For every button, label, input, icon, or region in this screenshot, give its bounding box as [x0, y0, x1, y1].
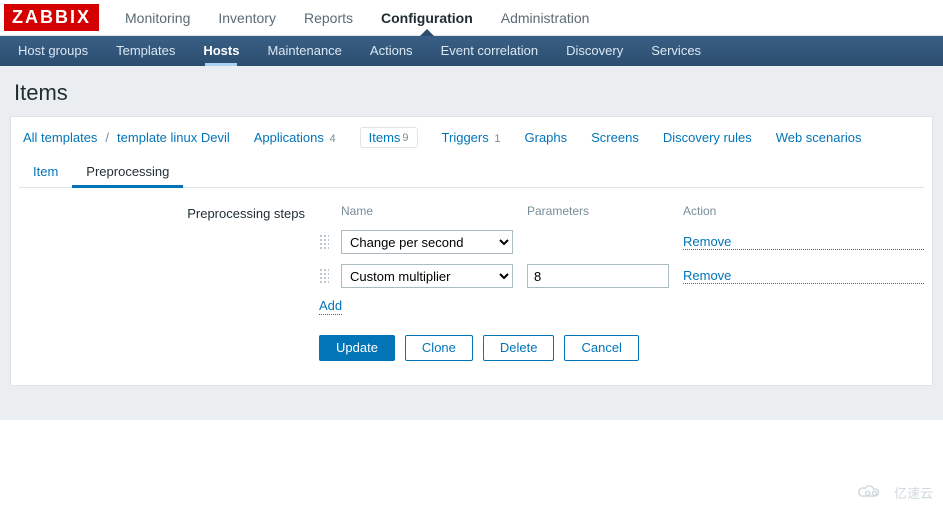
watermark-text: 亿速云 — [894, 483, 933, 502]
crumb-items-label[interactable]: Items — [369, 130, 401, 145]
breadcrumb: All templates / template linux Devil App… — [19, 125, 924, 158]
brand-logo: ZABBIX — [4, 4, 99, 31]
steps-body: Name Parameters Action Change per second… — [319, 204, 924, 361]
page: Items All templates / template linux Dev… — [0, 66, 943, 420]
form-row-steps: Preprocessing steps Name Parameters Acti… — [19, 204, 924, 361]
crumb-discovery-rules[interactable]: Discovery rules — [663, 130, 752, 145]
crumb-applications-count: 4 — [330, 133, 336, 145]
update-button[interactable]: Update — [319, 335, 395, 361]
delete-button[interactable]: Delete — [483, 335, 555, 361]
nav-administration[interactable]: Administration — [487, 0, 604, 35]
col-head-params: Parameters — [527, 204, 677, 220]
subnav-discovery[interactable]: Discovery — [552, 36, 637, 66]
crumb-all-templates[interactable]: All templates — [23, 130, 97, 145]
crumb-template-name[interactable]: template linux Devil — [117, 130, 230, 145]
crumb-graphs[interactable]: Graphs — [525, 130, 568, 145]
step-type-select[interactable]: Change per second — [341, 230, 513, 254]
crumb-web-scenarios[interactable]: Web scenarios — [776, 130, 862, 145]
subnav-maintenance[interactable]: Maintenance — [253, 36, 355, 66]
crumb-items-pill[interactable]: Items 9 — [360, 127, 418, 148]
main-nav: Monitoring Inventory Reports Configurati… — [111, 0, 603, 35]
watermark: 亿速云 — [854, 482, 933, 502]
col-head-name: Name — [341, 204, 521, 220]
crumb-triggers[interactable]: Triggers 1 — [442, 130, 501, 145]
tab-item[interactable]: Item — [19, 158, 72, 187]
nav-reports[interactable]: Reports — [290, 0, 367, 35]
subnav-hosts[interactable]: Hosts — [189, 36, 253, 66]
crumb-triggers-label[interactable]: Triggers — [442, 130, 489, 145]
subnav-event-correlation[interactable]: Event correlation — [427, 36, 553, 66]
crumb-applications-label[interactable]: Applications — [254, 130, 324, 145]
topbar: ZABBIX Monitoring Inventory Reports Conf… — [0, 0, 943, 36]
drag-handle-icon[interactable] — [319, 234, 329, 250]
nav-inventory[interactable]: Inventory — [204, 0, 290, 35]
page-title: Items — [10, 76, 933, 116]
crumb-triggers-count: 1 — [494, 133, 500, 145]
cloud-icon — [854, 482, 888, 502]
drag-handle-icon[interactable] — [319, 268, 329, 284]
cancel-button[interactable]: Cancel — [564, 335, 638, 361]
crumb-sep: / — [105, 130, 109, 145]
col-head-action: Action — [683, 204, 924, 220]
step-param-input[interactable] — [527, 264, 669, 288]
crumb-items-count: 9 — [402, 132, 408, 144]
sub-nav: Host groups Templates Hosts Maintenance … — [0, 36, 943, 66]
subnav-services[interactable]: Services — [637, 36, 715, 66]
remove-link[interactable]: Remove — [683, 234, 924, 251]
subnav-actions[interactable]: Actions — [356, 36, 427, 66]
nav-configuration[interactable]: Configuration — [367, 0, 487, 35]
button-row: Update Clone Delete Cancel — [319, 335, 924, 361]
step-type-select[interactable]: Custom multiplier — [341, 264, 513, 288]
remove-link[interactable]: Remove — [683, 268, 924, 285]
add-step-link[interactable]: Add — [319, 298, 342, 315]
clone-button[interactable]: Clone — [405, 335, 473, 361]
crumb-screens[interactable]: Screens — [591, 130, 639, 145]
steps-label: Preprocessing steps — [19, 204, 319, 221]
subnav-templates[interactable]: Templates — [102, 36, 189, 66]
tab-preprocessing[interactable]: Preprocessing — [72, 158, 183, 188]
tabs: Item Preprocessing — [19, 158, 924, 188]
subnav-host-groups[interactable]: Host groups — [4, 36, 102, 66]
panel: All templates / template linux Devil App… — [10, 116, 933, 386]
nav-monitoring[interactable]: Monitoring — [111, 0, 204, 35]
crumb-applications[interactable]: Applications 4 — [254, 130, 336, 145]
steps-table: Name Parameters Action Change per second… — [319, 204, 924, 288]
